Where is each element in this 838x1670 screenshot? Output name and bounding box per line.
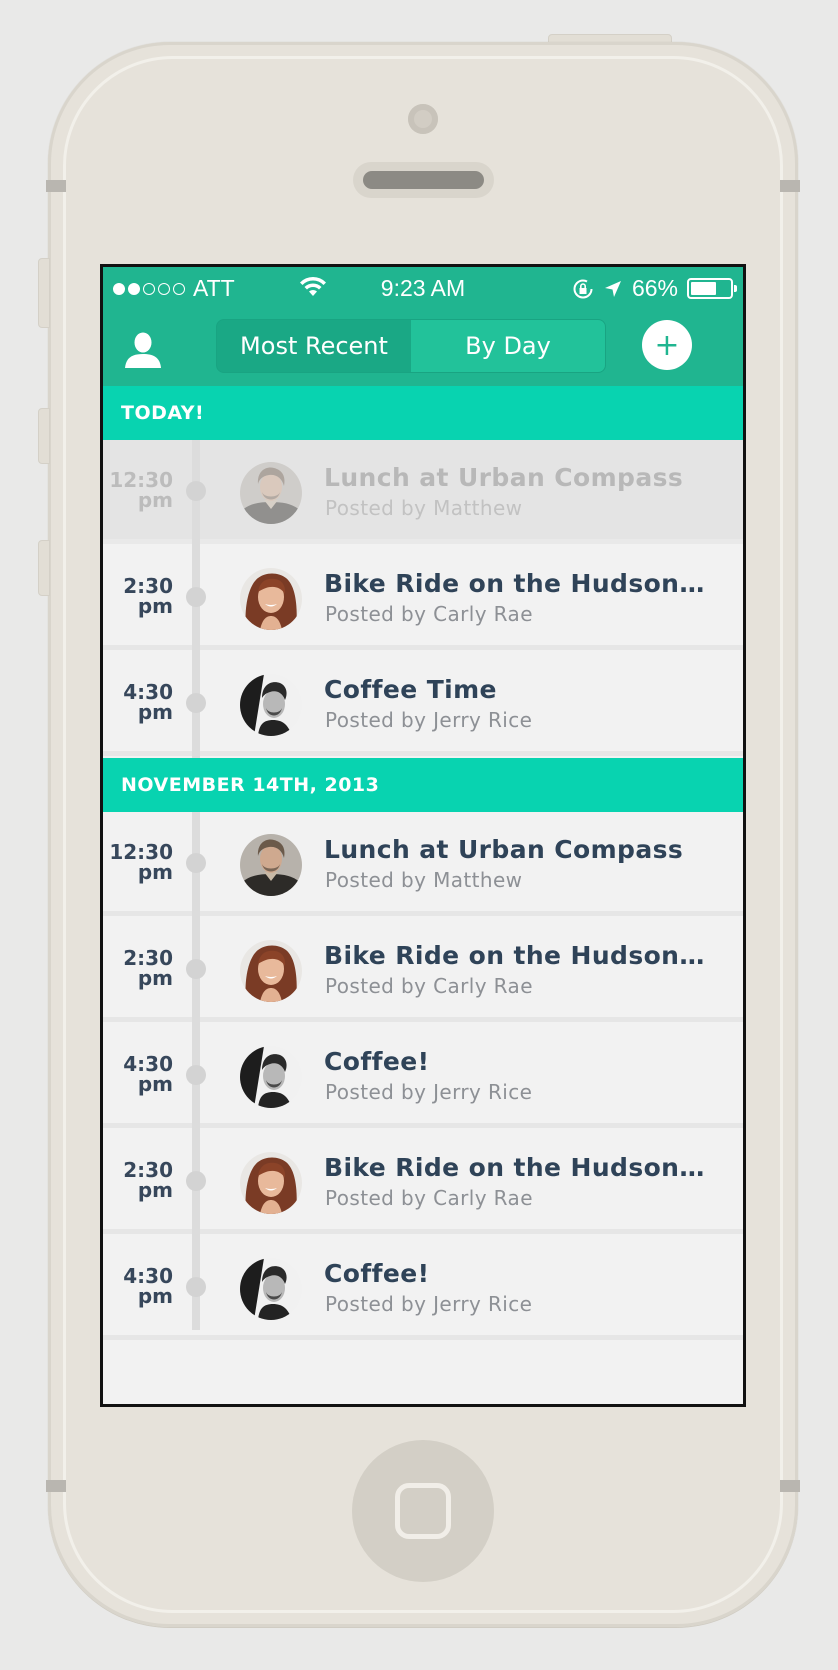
tab-by-day[interactable]: By Day	[411, 320, 605, 372]
item-author: Posted by Matthew	[325, 868, 523, 892]
view-toggle: Most Recent By Day	[216, 319, 606, 373]
avatar	[240, 1258, 302, 1320]
volume-down-button	[38, 540, 50, 596]
home-button[interactable]	[352, 1440, 494, 1582]
rotation-lock-icon	[573, 279, 593, 298]
item-time: 2:30 pm	[103, 948, 173, 988]
tab-most-recent[interactable]: Most Recent	[217, 320, 411, 372]
avatar	[240, 1046, 302, 1108]
person-icon	[125, 332, 161, 368]
item-author: Posted by Matthew	[325, 496, 523, 520]
item-time-ampm: pm	[137, 488, 173, 512]
item-author: Posted by Carly Rae	[325, 602, 533, 626]
antenna-band	[780, 1480, 800, 1492]
item-title: Coffee!	[324, 1047, 430, 1076]
antenna-band	[46, 180, 66, 192]
item-time-ampm: pm	[137, 1178, 173, 1202]
item-author: Posted by Carly Rae	[325, 1186, 533, 1210]
battery-percent: 66%	[631, 275, 678, 301]
item-time: 12:30 pm	[103, 842, 173, 882]
timeline-dot	[186, 853, 206, 873]
timeline-dot	[186, 1277, 206, 1297]
section-header: NOVEMBER 14TH, 2013	[103, 758, 743, 812]
item-author: Posted by Jerry Rice	[325, 708, 533, 732]
timeline-dot	[186, 693, 206, 713]
avatar	[240, 568, 302, 630]
item-time-ampm: pm	[137, 594, 173, 618]
avatar	[240, 940, 302, 1002]
item-author: Posted by Jerry Rice	[325, 1080, 533, 1104]
profile-button[interactable]	[123, 332, 163, 368]
timeline-dot	[186, 1171, 206, 1191]
timeline-dot	[186, 1065, 206, 1085]
item-title: Lunch at Urban Compass	[324, 835, 684, 864]
antenna-band	[780, 180, 800, 192]
item-time-ampm: pm	[137, 966, 173, 990]
avatar	[240, 1152, 302, 1214]
plus-icon: +	[654, 327, 680, 363]
app-header: ATT 9:23 AM 66% Most Recent By Day +	[103, 267, 743, 386]
battery-icon	[687, 278, 737, 299]
avatar	[240, 674, 302, 736]
item-time: 12:30 pm	[103, 470, 173, 510]
earpiece-speaker	[353, 162, 494, 198]
item-time: 4:30 pm	[103, 1054, 173, 1094]
item-title: Lunch at Urban Compass	[324, 463, 684, 492]
antenna-band	[46, 1480, 66, 1492]
app-screen: ATT 9:23 AM 66% Most Recent By Day + TOD…	[100, 264, 746, 1407]
section-header: TODAY!	[103, 386, 743, 440]
item-time-ampm: pm	[137, 700, 173, 724]
avatar	[240, 462, 302, 524]
volume-up-button	[38, 408, 50, 464]
add-post-button[interactable]: +	[642, 320, 692, 370]
item-time: 2:30 pm	[103, 1160, 173, 1200]
timeline-dot	[186, 959, 206, 979]
item-title: Bike Ride on the Hudson…	[324, 569, 705, 598]
timeline-dot	[186, 587, 206, 607]
avatar	[240, 834, 302, 896]
item-time-ampm: pm	[137, 860, 173, 884]
item-author: Posted by Carly Rae	[325, 974, 533, 998]
item-time: 4:30 pm	[103, 1266, 173, 1306]
item-title: Bike Ride on the Hudson…	[324, 941, 705, 970]
item-title: Coffee Time	[324, 675, 497, 704]
item-time: 2:30 pm	[103, 576, 173, 616]
item-title: Coffee!	[324, 1259, 430, 1288]
item-time: 4:30 pm	[103, 682, 173, 722]
front-camera	[408, 104, 438, 134]
item-author: Posted by Jerry Rice	[325, 1292, 533, 1316]
item-time-ampm: pm	[137, 1072, 173, 1096]
status-bar: ATT 9:23 AM 66%	[103, 267, 743, 307]
location-arrow-icon	[604, 280, 621, 297]
item-title: Bike Ride on the Hudson…	[324, 1153, 705, 1182]
mute-switch	[38, 258, 50, 328]
item-time-ampm: pm	[137, 1284, 173, 1308]
timeline-dot	[186, 481, 206, 501]
